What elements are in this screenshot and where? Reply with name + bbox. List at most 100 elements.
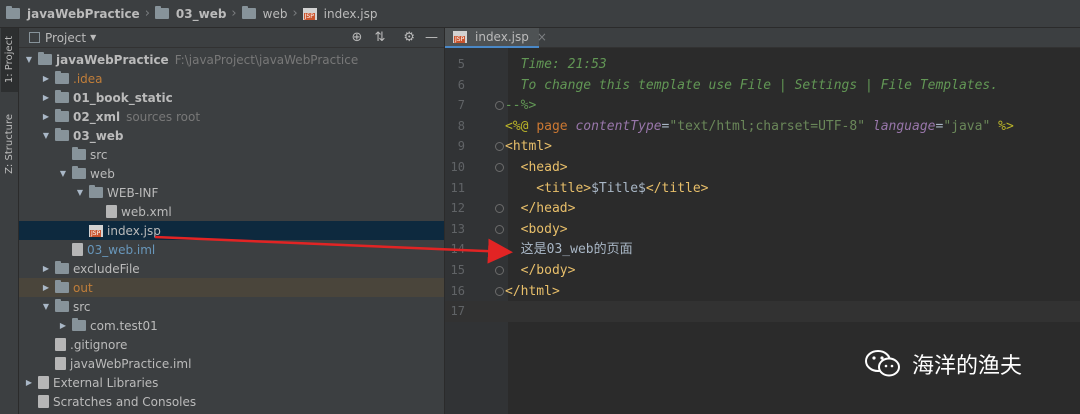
code-line[interactable]: 15 </body> xyxy=(445,260,909,281)
tree-item[interactable]: ▼ src xyxy=(19,297,444,316)
structure-tool-tab[interactable]: Z: Structure xyxy=(1,104,18,184)
collapsed-arrow-icon[interactable]: ▶ xyxy=(40,112,52,121)
tree-item[interactable]: ▼ 03_web xyxy=(19,126,444,145)
folder-icon xyxy=(55,109,69,122)
expanded-arrow-icon[interactable]: ▼ xyxy=(40,131,52,140)
chevron-right-icon: › xyxy=(231,6,237,21)
tree-item[interactable]: ▶ External Libraries xyxy=(19,373,444,392)
expanded-arrow-icon[interactable]: ▼ xyxy=(57,169,69,178)
code-text: </html> xyxy=(505,281,560,302)
code-line[interactable]: 14 这是03_web的页面 xyxy=(445,239,909,260)
tree-item[interactable]: .gitignore xyxy=(19,335,444,354)
code-token: "java" xyxy=(943,118,991,134)
fold-marker-icon[interactable] xyxy=(495,163,504,172)
fold-marker-icon[interactable] xyxy=(495,204,504,214)
tree-item-label: 01_book_static xyxy=(73,90,173,105)
tree-item[interactable]: ▶ out xyxy=(19,278,444,297)
tree-item[interactable]: ▶ 02_xml sources root xyxy=(19,107,444,126)
fold-marker-icon[interactable] xyxy=(495,142,504,152)
tree-item-hint: F:\javaProject\javaWebPractice xyxy=(174,52,359,67)
breadcrumb-item[interactable]: 03_web xyxy=(154,6,226,21)
line-number: 12 xyxy=(450,201,465,216)
folder-icon xyxy=(6,6,20,19)
close-icon[interactable]: × xyxy=(537,30,547,44)
code-token: $Title$ xyxy=(591,180,646,196)
code-text: <%@ page contentType="text/html;charset=… xyxy=(505,116,1014,137)
tree-item[interactable]: ▶ .idea xyxy=(19,69,444,88)
code-line[interactable]: 16 </html> xyxy=(445,281,909,302)
collapsed-arrow-icon[interactable]: ▶ xyxy=(40,283,52,292)
editor-tab-index-jsp[interactable]: index.jsp × xyxy=(445,28,547,48)
code-line[interactable]: 8 <%@ page contentType="text/html;charset… xyxy=(445,116,1014,137)
watermark: 海洋的渔夫 xyxy=(864,348,1022,380)
breadcrumb-item[interactable]: web xyxy=(241,6,287,21)
folder-icon xyxy=(89,185,103,198)
tree-item-label: javaWebPractice.iml xyxy=(70,356,192,371)
code-line[interactable]: 6 To change this template use File | Set… xyxy=(445,75,998,96)
project-tool-tab[interactable]: 1: Project xyxy=(1,28,18,92)
fold-marker-icon[interactable] xyxy=(495,101,504,111)
code-token: "text/html;charset=UTF-8" xyxy=(669,118,866,134)
code-line[interactable]: 7 --%> xyxy=(445,95,909,116)
chevron-right-icon: › xyxy=(144,6,150,21)
fold-marker-icon[interactable] xyxy=(495,266,504,275)
expanded-arrow-icon[interactable]: ▼ xyxy=(74,188,86,197)
minimize-icon[interactable]: — xyxy=(425,30,438,45)
tree-item[interactable]: ▼ web xyxy=(19,164,444,183)
collapsed-arrow-icon[interactable]: ▶ xyxy=(40,74,52,83)
collapsed-arrow-icon[interactable]: ▶ xyxy=(57,321,69,330)
folder-icon xyxy=(55,280,69,293)
project-view-selector[interactable]: Project xyxy=(45,31,86,45)
fold-marker-icon[interactable] xyxy=(495,224,504,234)
expanded-arrow-icon[interactable]: ▼ xyxy=(40,302,52,311)
code-text: <head> xyxy=(505,157,568,178)
code-line[interactable]: 11 <title>$Title$</title> xyxy=(445,178,909,199)
tree-item-label: src xyxy=(73,299,91,314)
collapsed-arrow-icon[interactable]: ▶ xyxy=(40,264,52,273)
tree-item[interactable]: Scratches and Consoles xyxy=(19,392,444,411)
tree-item[interactable]: src xyxy=(19,145,444,164)
code-line[interactable]: 5 Time: 21:53 xyxy=(445,54,909,75)
jsp-file-icon xyxy=(453,31,467,43)
tree-item[interactable]: ▶ 01_book_static xyxy=(19,88,444,107)
tree-item[interactable]: ▶ com.test01 xyxy=(19,316,444,335)
breadcrumb-item[interactable]: javaWebPractice xyxy=(6,6,140,21)
expanded-arrow-icon[interactable]: ▼ xyxy=(23,55,35,64)
tree-item[interactable]: ▶ excludeFile xyxy=(19,259,444,278)
breadcrumb-item[interactable]: index.jsp xyxy=(302,7,378,21)
code-token: %> xyxy=(990,118,1014,134)
tree-item[interactable]: ▼ javaWebPractice F:\javaProject\javaWebPr… xyxy=(19,50,444,69)
line-number: 5 xyxy=(457,57,465,71)
tree-item-label: 03_web.iml xyxy=(87,242,156,257)
folder-icon xyxy=(55,71,69,84)
line-number: 16 xyxy=(450,283,465,298)
fold-marker-icon[interactable] xyxy=(495,286,504,296)
collapsed-arrow-icon[interactable]: ▶ xyxy=(23,378,35,387)
gear-icon[interactable]: ⚙ xyxy=(403,30,415,45)
folder-icon xyxy=(55,261,69,274)
tree-item[interactable]: web.xml xyxy=(19,202,444,221)
code-text: 这是03_web的页面 xyxy=(505,239,633,260)
line-number: 10 xyxy=(450,160,465,174)
tree-item-label: web.xml xyxy=(121,204,172,219)
tree-item[interactable]: ▼ WEB-INF xyxy=(19,183,444,202)
code-line[interactable]: 13 <body> xyxy=(445,219,909,240)
chevron-down-icon[interactable]: ▼ xyxy=(90,33,96,42)
collapse-all-icon[interactable]: ⇅ xyxy=(374,30,385,45)
code-line[interactable]: 10 <head> xyxy=(445,157,909,178)
code-line[interactable]: 9 <html> xyxy=(445,136,909,157)
tree-item[interactable]: javaWebPractice.iml xyxy=(19,354,444,373)
collapsed-arrow-icon[interactable]: ▶ xyxy=(40,93,52,102)
project-panel-header: Project ▼ ⊕ ⇅ ⚙ — xyxy=(19,28,444,48)
tree-item[interactable]: 03_web.iml xyxy=(19,240,444,259)
code-token: <title> xyxy=(505,180,592,196)
folder-icon xyxy=(72,166,86,179)
locate-icon[interactable]: ⊕ xyxy=(352,30,363,45)
tree-item-label: com.test01 xyxy=(90,318,158,333)
folder-icon xyxy=(38,52,52,65)
tree-item-label: WEB-INF xyxy=(107,185,159,200)
code-line[interactable]: 17 xyxy=(445,301,1080,323)
code-line[interactable]: 12 </head> xyxy=(445,198,909,219)
code-text: </head> xyxy=(505,198,576,219)
tree-item[interactable]: index.jsp xyxy=(19,221,444,240)
